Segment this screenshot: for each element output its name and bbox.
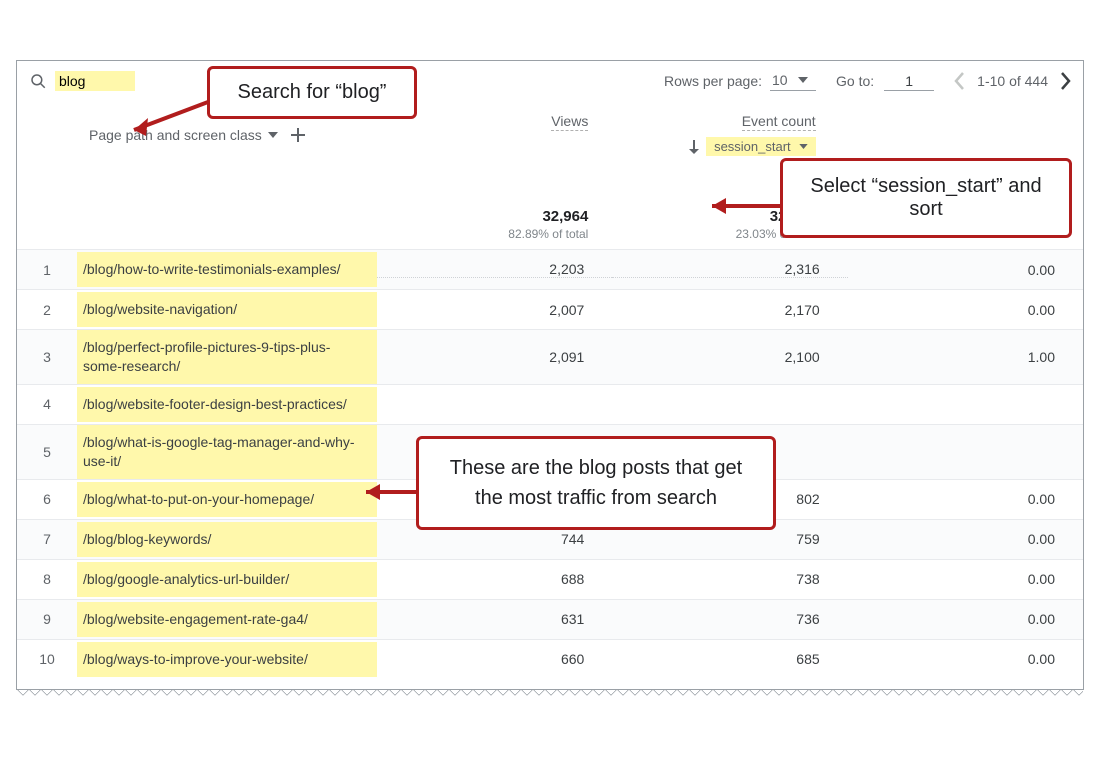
table-row[interactable]: 2 /blog/website-navigation/ 2,007 2,170 …: [17, 289, 1083, 329]
metric-col-3: [844, 113, 1071, 156]
toolbar: Rows per page: 10 Go to: 1-10 of 444: [17, 61, 1083, 101]
table-row[interactable]: 4 /blog/website-footer-design-best-pract…: [17, 384, 1083, 424]
table-row[interactable]: 8 /blog/google-analytics-url-builder/ 68…: [17, 559, 1083, 599]
table-row[interactable]: 3 /blog/perfect-profile-pictures-9-tips-…: [17, 329, 1083, 384]
total-views-pct: 82.89% of total: [508, 227, 588, 241]
page-path: /blog/website-navigation/: [77, 292, 377, 327]
caret-down-icon: [798, 77, 808, 83]
arrow-to-event-pill-icon: [696, 192, 784, 220]
metric-col-event-count: Event count session_start: [616, 113, 843, 156]
table-row[interactable]: 1 /blog/how-to-write-testimonials-exampl…: [17, 249, 1083, 289]
annotation-blog-posts: These are the blog posts that get the mo…: [416, 436, 776, 530]
page-range-label: 1-10 of 444: [977, 73, 1048, 89]
page-path: /blog/what-is-google-tag-manager-and-why…: [77, 425, 377, 479]
sort-desc-icon[interactable]: [688, 140, 700, 154]
goto-label: Go to:: [836, 73, 874, 89]
arrow-to-search-icon: [116, 96, 212, 138]
annotation-search: Search for “blog”: [207, 66, 417, 119]
annotation-session-start: Select “session_start” and sort: [780, 158, 1072, 238]
torn-edge: [17, 688, 1083, 698]
search-input[interactable]: [55, 71, 135, 91]
add-dimension-icon[interactable]: [290, 127, 306, 143]
metric-header-views[interactable]: Views: [551, 113, 588, 131]
pager: 1-10 of 444: [954, 72, 1071, 90]
table-row[interactable]: 9 /blog/website-engagement-rate-ga4/ 631…: [17, 599, 1083, 639]
rows-per-page: Rows per page: 10: [664, 72, 816, 91]
next-page-icon[interactable]: [1060, 72, 1071, 90]
search-icon[interactable]: [29, 72, 47, 90]
page-path: /blog/what-to-put-on-your-homepage/: [77, 482, 377, 517]
page-path: /blog/perfect-profile-pictures-9-tips-pl…: [77, 330, 377, 384]
goto-input[interactable]: [884, 72, 934, 91]
page-path: /blog/website-engagement-rate-ga4/: [77, 602, 377, 637]
page-path: /blog/google-analytics-url-builder/: [77, 562, 377, 597]
metric-col-views: Views: [389, 113, 616, 156]
page-path: /blog/ways-to-improve-your-website/: [77, 642, 377, 677]
goto-page: Go to:: [836, 72, 934, 91]
event-filter-select[interactable]: session_start: [706, 137, 816, 156]
rows-per-page-select[interactable]: 10: [770, 72, 816, 91]
arrow-to-paths-icon: [352, 480, 420, 504]
page-path: /blog/how-to-write-testimonials-examples…: [77, 252, 377, 287]
caret-down-icon: [799, 141, 808, 152]
table-row[interactable]: 10 /blog/ways-to-improve-your-website/ 6…: [17, 639, 1083, 679]
total-views: 32,964: [542, 208, 588, 225]
page-path: /blog/website-footer-design-best-practic…: [77, 387, 377, 422]
rows-per-page-label: Rows per page:: [664, 73, 762, 89]
report-panel: Rows per page: 10 Go to: 1-10 of 444: [16, 60, 1084, 690]
prev-page-icon[interactable]: [954, 72, 965, 90]
metric-header-event-count[interactable]: Event count: [742, 113, 816, 131]
pagination-controls: Rows per page: 10 Go to: 1-10 of 444: [664, 72, 1071, 91]
page-path: /blog/blog-keywords/: [77, 522, 377, 557]
